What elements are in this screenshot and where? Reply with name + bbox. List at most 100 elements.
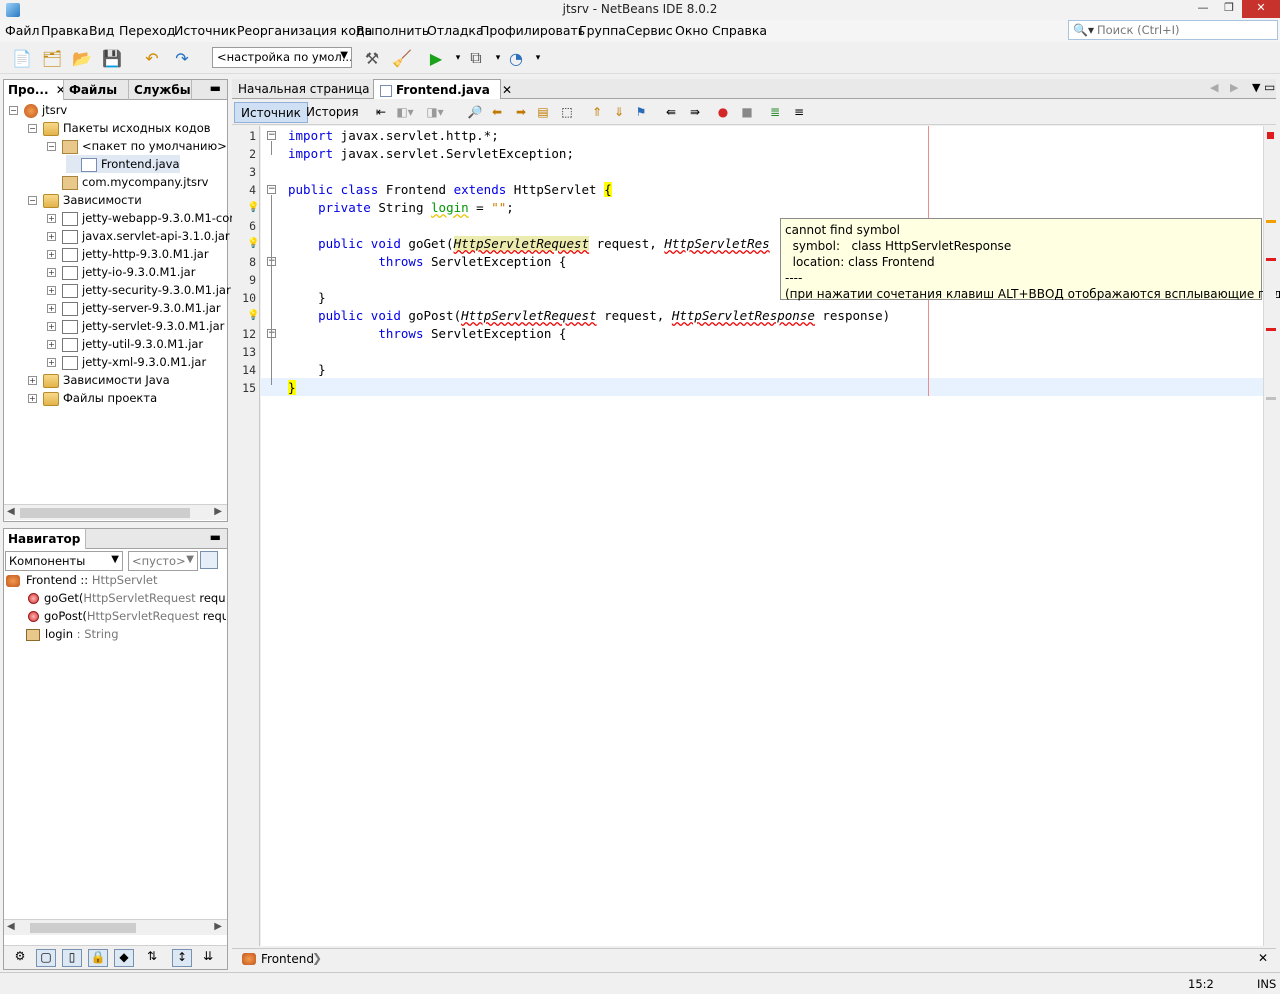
next-bookmark-icon[interactable]: ⇓ bbox=[610, 103, 628, 121]
configuration-select[interactable]: <настройка по умол... ▼ bbox=[212, 47, 352, 68]
filter-fields-icon[interactable]: ▢ bbox=[36, 949, 56, 967]
build-hammer-icon[interactable]: ⚒ bbox=[360, 46, 384, 70]
fold-icon[interactable]: − bbox=[267, 185, 276, 194]
tree-item[interactable]: − Зависимости bbox=[28, 191, 142, 209]
shift-left-icon[interactable]: ⇚ bbox=[662, 103, 680, 121]
tab-files[interactable]: Файлы bbox=[65, 80, 129, 100]
search-input[interactable]: 🔍▾ Поиск (Ctrl+I) bbox=[1068, 20, 1278, 40]
find-icon[interactable]: 🔎 bbox=[466, 103, 484, 121]
breadcrumb-item[interactable]: Frontend bbox=[261, 952, 314, 966]
filter-inner-icon[interactable]: ◆ bbox=[114, 949, 134, 967]
scroll-left-icon[interactable]: ◀ bbox=[7, 506, 15, 517]
error-mark[interactable] bbox=[1266, 258, 1276, 261]
tree-item[interactable]: + jetty-xml-9.3.0.M1.jar bbox=[47, 353, 206, 371]
navigator-member-goget[interactable]: goGet(HttpServletRequest request, H bbox=[28, 589, 226, 607]
scrollbar-thumb[interactable] bbox=[30, 923, 136, 933]
error-stripe[interactable] bbox=[1263, 126, 1276, 946]
sort-order-icon[interactable]: ⇊ bbox=[198, 949, 218, 967]
expand-icon[interactable]: + bbox=[28, 376, 37, 385]
error-bulb-icon[interactable]: 💡 bbox=[247, 238, 259, 249]
tree-item[interactable]: + Файлы проекта bbox=[28, 389, 157, 407]
tree-item[interactable]: + jetty-security-9.3.0.M1.jar bbox=[47, 281, 231, 299]
tree-item[interactable]: − Пакеты исходных кодов bbox=[28, 119, 211, 137]
menu-window[interactable]: Окно bbox=[675, 23, 708, 38]
tab-navigator[interactable]: Навигатор ✕ bbox=[4, 529, 86, 549]
show-opened-documents-icon[interactable]: ▼ bbox=[1252, 81, 1260, 94]
rectangular-select-icon[interactable]: ⬚ bbox=[558, 103, 576, 121]
scroll-tabs-right-icon[interactable]: ▶ bbox=[1230, 81, 1238, 94]
new-file-icon[interactable]: 📄 bbox=[10, 46, 34, 70]
navigator-options-icon[interactable] bbox=[200, 551, 218, 569]
scroll-right-icon[interactable]: ▶ bbox=[214, 506, 222, 517]
expand-icon[interactable]: + bbox=[47, 304, 56, 313]
scroll-left-icon[interactable]: ◀ bbox=[7, 921, 15, 932]
tree-item[interactable]: + jetty-webapp-9.3.0.M1-confi bbox=[47, 209, 244, 227]
forward-icon[interactable]: ◨▾ bbox=[426, 103, 444, 121]
collapse-icon[interactable]: − bbox=[9, 106, 18, 115]
projects-horizontal-scrollbar[interactable]: ◀ ▶ bbox=[4, 504, 227, 520]
tab-services[interactable]: Службы bbox=[130, 80, 192, 100]
menu-file[interactable]: Файл bbox=[5, 23, 40, 38]
tree-item[interactable]: + jetty-io-9.3.0.M1.jar bbox=[47, 263, 195, 281]
profile-icon[interactable]: ◔ bbox=[504, 46, 528, 70]
expand-icon[interactable]: + bbox=[47, 358, 56, 367]
minimize-panel-icon[interactable]: ▬ bbox=[210, 530, 221, 544]
error-bulb-icon[interactable]: 💡 bbox=[247, 310, 259, 321]
tree-item[interactable]: + javax.servlet-api-3.1.0.jar bbox=[47, 227, 230, 245]
menu-run[interactable]: Выполнить bbox=[356, 23, 429, 38]
comment-icon[interactable]: ≣ bbox=[766, 103, 784, 121]
show-inherited-icon[interactable]: ⚙ bbox=[10, 949, 30, 967]
collapse-icon[interactable]: − bbox=[47, 142, 56, 151]
expand-icon[interactable]: + bbox=[47, 268, 56, 277]
menu-refactor[interactable]: Реорганизация кода bbox=[237, 23, 372, 38]
navigator-scope-select[interactable]: <пусто> ▼ bbox=[128, 551, 198, 571]
navigator-root[interactable]: Frontend :: HttpServlet bbox=[6, 571, 226, 589]
tree-item[interactable]: Frontend.java bbox=[66, 155, 180, 173]
error-status-icon[interactable] bbox=[1267, 132, 1274, 139]
filter-nonpublic-icon[interactable]: 🔒 bbox=[88, 949, 108, 967]
close-button[interactable]: ✕ bbox=[1242, 0, 1280, 18]
tab-frontend-java[interactable]: Frontend.java ✕ bbox=[373, 79, 512, 99]
stop-macro-icon[interactable]: ■ bbox=[738, 103, 756, 121]
toggle-highlight-icon[interactable]: ▤ bbox=[534, 103, 552, 121]
navigator-horizontal-scrollbar[interactable]: ◀ ▶ bbox=[4, 919, 227, 935]
find-next-icon[interactable]: ➡ bbox=[512, 103, 530, 121]
fold-icon[interactable]: − bbox=[267, 131, 276, 140]
menu-debug[interactable]: Отладка bbox=[427, 23, 484, 38]
new-project-icon[interactable]: 🗂 bbox=[40, 46, 64, 70]
previous-bookmark-icon[interactable]: ⇑ bbox=[588, 103, 606, 121]
minimize-button[interactable]: — bbox=[1190, 0, 1216, 18]
close-icon[interactable]: ✕ bbox=[1258, 951, 1268, 965]
sort-source-icon[interactable]: ⇅ bbox=[142, 949, 162, 967]
source-view-button[interactable]: Источник bbox=[234, 102, 308, 123]
find-previous-icon[interactable]: ⬅ bbox=[488, 103, 506, 121]
warning-mark[interactable] bbox=[1266, 220, 1276, 223]
menu-help[interactable]: Справка bbox=[712, 23, 767, 38]
start-macro-icon[interactable]: ● bbox=[714, 103, 732, 121]
tree-item[interactable]: com.mycompany.jtsrv bbox=[47, 173, 208, 191]
redo-icon[interactable]: ↷ bbox=[170, 46, 194, 70]
menu-source[interactable]: Источник bbox=[174, 23, 236, 38]
tree-item[interactable]: + jetty-server-9.3.0.M1.jar bbox=[47, 299, 221, 317]
menu-tools[interactable]: Сервис bbox=[626, 23, 673, 38]
profile-dropdown-icon[interactable]: ▾ bbox=[526, 46, 550, 70]
navigator-member-gopost[interactable]: goPost(HttpServletRequest request, I bbox=[28, 607, 226, 625]
maximize-button[interactable]: ❐ bbox=[1216, 0, 1242, 18]
menu-team[interactable]: Группа bbox=[579, 23, 626, 38]
tab-start-page[interactable]: Начальная страница bbox=[232, 79, 374, 99]
save-all-icon[interactable]: 💾 bbox=[100, 46, 124, 70]
back-icon[interactable]: ◧▾ bbox=[396, 103, 414, 121]
tree-item[interactable]: + Зависимости Java bbox=[28, 371, 170, 389]
menu-navigate[interactable]: Переход bbox=[119, 23, 175, 38]
collapse-icon[interactable]: − bbox=[28, 196, 37, 205]
close-icon[interactable]: ✕ bbox=[502, 83, 512, 97]
expand-icon[interactable]: + bbox=[28, 394, 37, 403]
expand-icon[interactable]: + bbox=[47, 232, 56, 241]
navigator-member-login[interactable]: login : String bbox=[26, 625, 224, 643]
close-icon[interactable]: ✕ bbox=[56, 83, 63, 97]
scrollbar-thumb[interactable] bbox=[20, 508, 190, 518]
maximize-window-icon[interactable]: ▭ bbox=[1264, 80, 1275, 94]
undo-icon[interactable]: ↶ bbox=[140, 46, 164, 70]
run-icon[interactable]: ▶ bbox=[424, 46, 448, 70]
shift-right-icon[interactable]: ⇛ bbox=[686, 103, 704, 121]
